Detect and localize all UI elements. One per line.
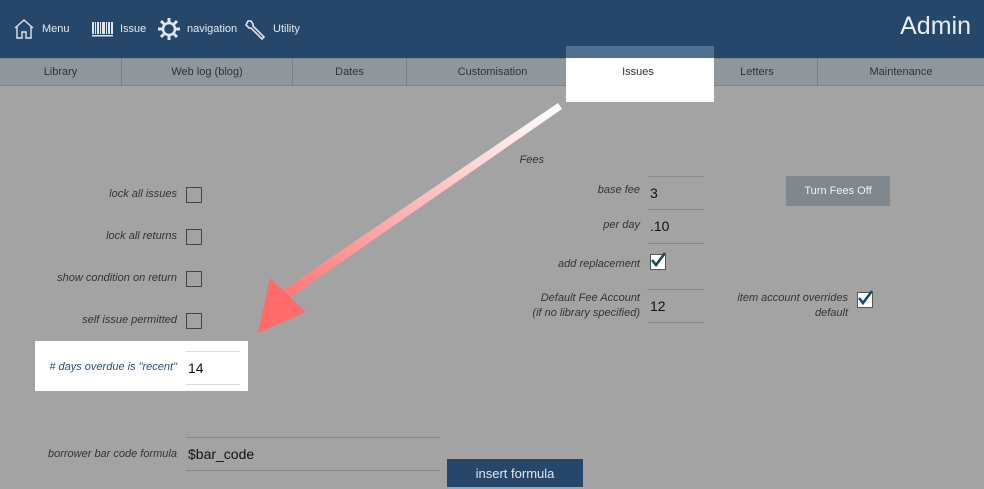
item-account-overrides-line2: default	[814, 307, 848, 319]
item-account-overrides-checkbox[interactable]	[857, 290, 873, 308]
fees-heading: Fees	[519, 154, 544, 166]
barcode-formula-label: borrower bar code formula	[47, 448, 177, 460]
per-day-label: per day	[603, 219, 640, 231]
insert-formula-button[interactable]: insert formula	[447, 459, 583, 487]
checkmark-icon	[857, 290, 873, 306]
self-issue-checkbox[interactable]	[186, 313, 202, 329]
days-overdue-label: # days overdue is "recent"	[49, 361, 177, 373]
show-condition-checkbox[interactable]	[186, 271, 202, 287]
base-fee-label: base fee	[597, 184, 640, 196]
add-replacement-label: add replacement	[558, 258, 640, 270]
lock-all-issues-label: lock all issues	[109, 188, 177, 200]
per-day-input[interactable]: .10	[648, 210, 704, 244]
base-fee-input[interactable]: 3	[648, 176, 704, 210]
turn-fees-off-button[interactable]: Turn Fees Off	[786, 176, 890, 206]
barcode-formula-input[interactable]: $bar_code	[186, 437, 440, 471]
lock-all-returns-label: lock all returns	[106, 230, 177, 242]
show-condition-label: show condition on return	[57, 272, 177, 284]
default-fee-account-line2: (if no library specified)	[532, 307, 640, 319]
item-account-overrides-label: item account overrides default	[720, 291, 848, 321]
default-fee-account-input[interactable]: 12	[648, 289, 704, 323]
default-fee-account-line1: Default Fee Account	[540, 292, 640, 304]
add-replacement-checkbox[interactable]	[650, 252, 666, 270]
lock-all-returns-checkbox[interactable]	[186, 229, 202, 245]
checkmark-icon	[650, 252, 666, 268]
lock-all-issues-checkbox[interactable]	[186, 187, 202, 203]
days-overdue-input[interactable]: 14	[186, 351, 240, 385]
default-fee-account-label: Default Fee Account (if no library speci…	[500, 291, 640, 321]
self-issue-label: self issue permitted	[82, 314, 177, 326]
annotation-arrow	[258, 103, 562, 333]
item-account-overrides-line1: item account overrides	[737, 292, 848, 304]
